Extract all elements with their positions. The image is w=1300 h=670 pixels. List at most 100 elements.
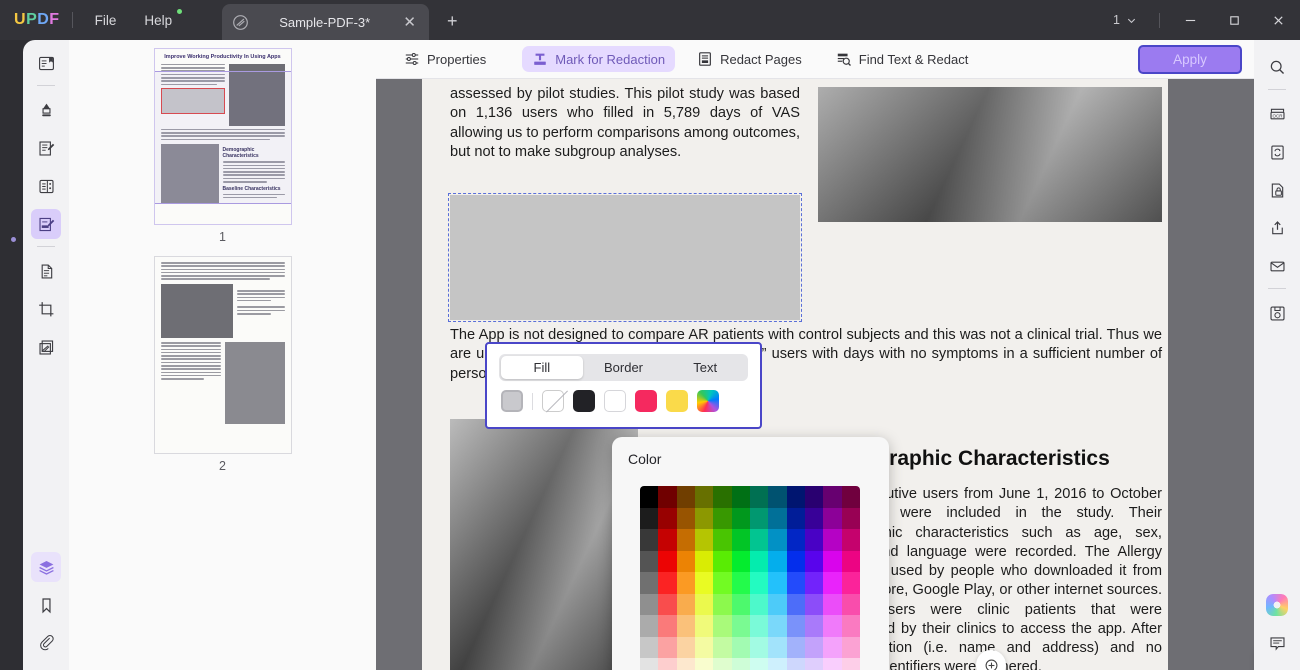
color-cell[interactable]	[658, 615, 676, 637]
color-cell[interactable]	[805, 572, 823, 594]
color-cell[interactable]	[695, 508, 713, 530]
color-cell[interactable]	[677, 486, 695, 508]
color-cell[interactable]	[695, 615, 713, 637]
protect-lock-icon[interactable]	[1262, 175, 1292, 205]
color-cell[interactable]	[750, 658, 768, 670]
batch-icon[interactable]	[31, 332, 61, 362]
color-cell[interactable]	[805, 529, 823, 551]
color-cell[interactable]	[842, 529, 860, 551]
color-cell[interactable]	[768, 615, 786, 637]
color-cell[interactable]	[842, 486, 860, 508]
comment-balloon-icon[interactable]	[1262, 628, 1292, 658]
color-cell[interactable]	[823, 637, 841, 659]
menu-file[interactable]: File	[85, 8, 127, 33]
convert-icon[interactable]	[31, 256, 61, 286]
page-number-selector[interactable]: 1	[1105, 9, 1145, 31]
layers-icon[interactable]	[31, 552, 61, 582]
color-cell[interactable]	[713, 486, 731, 508]
color-cell[interactable]	[823, 594, 841, 616]
color-cell[interactable]	[750, 529, 768, 551]
color-cell[interactable]	[640, 529, 658, 551]
share-icon[interactable]	[1262, 213, 1292, 243]
document-tab[interactable]: Sample-PDF-3* ✕	[222, 4, 429, 40]
color-cell[interactable]	[842, 551, 860, 573]
thumbnail-page-2[interactable]	[154, 256, 292, 454]
redaction-selection-box[interactable]	[450, 195, 800, 320]
color-swatch-grid[interactable]	[640, 486, 860, 670]
color-cell[interactable]	[805, 637, 823, 659]
save-icon[interactable]	[1262, 298, 1292, 328]
color-cell[interactable]	[787, 529, 805, 551]
color-cell[interactable]	[658, 529, 676, 551]
ai-assistant-icon[interactable]	[1262, 590, 1292, 620]
color-cell[interactable]	[713, 551, 731, 573]
color-cell[interactable]	[732, 508, 750, 530]
color-cell[interactable]	[640, 572, 658, 594]
color-cell[interactable]	[750, 508, 768, 530]
color-cell[interactable]	[787, 551, 805, 573]
color-cell[interactable]	[677, 615, 695, 637]
convert-file-icon[interactable]	[1262, 137, 1292, 167]
color-cell[interactable]	[768, 529, 786, 551]
color-cell[interactable]	[640, 594, 658, 616]
color-cell[interactable]	[658, 572, 676, 594]
color-cell[interactable]	[713, 572, 731, 594]
panel-collapse-handle[interactable]	[9, 230, 18, 250]
color-cell[interactable]	[787, 637, 805, 659]
color-cell[interactable]	[768, 551, 786, 573]
redact-pages-button[interactable]: Redact Pages	[687, 46, 812, 72]
attachment-icon[interactable]	[31, 628, 61, 658]
color-cell[interactable]	[677, 551, 695, 573]
color-cell[interactable]	[768, 594, 786, 616]
bookmark-icon[interactable]	[31, 590, 61, 620]
color-cell[interactable]	[695, 529, 713, 551]
color-cell[interactable]	[732, 615, 750, 637]
color-cell[interactable]	[713, 658, 731, 670]
color-cell[interactable]	[787, 658, 805, 670]
black-swatch[interactable]	[573, 390, 595, 412]
color-cell[interactable]	[677, 658, 695, 670]
color-cell[interactable]	[842, 572, 860, 594]
rainbow-swatch[interactable]	[697, 390, 719, 412]
color-cell[interactable]	[732, 572, 750, 594]
color-cell[interactable]	[768, 486, 786, 508]
minimize-button[interactable]	[1168, 0, 1212, 40]
color-cell[interactable]	[787, 615, 805, 637]
color-cell[interactable]	[823, 658, 841, 670]
color-cell[interactable]	[713, 615, 731, 637]
color-cell[interactable]	[658, 551, 676, 573]
color-picker-panel[interactable]: Color	[612, 437, 889, 670]
color-cell[interactable]	[750, 486, 768, 508]
maximize-button[interactable]	[1212, 0, 1256, 40]
color-cell[interactable]	[695, 572, 713, 594]
find-text-redact-button[interactable]: Find Text & Redact	[826, 46, 979, 72]
color-cell[interactable]	[677, 594, 695, 616]
color-cell[interactable]	[750, 551, 768, 573]
color-cell[interactable]	[695, 658, 713, 670]
color-cell[interactable]	[713, 637, 731, 659]
color-cell[interactable]	[713, 529, 731, 551]
tab-close-icon[interactable]: ✕	[400, 12, 419, 33]
color-cell[interactable]	[750, 615, 768, 637]
color-cell[interactable]	[768, 508, 786, 530]
color-cell[interactable]	[750, 637, 768, 659]
color-cell[interactable]	[787, 572, 805, 594]
color-cell[interactable]	[713, 508, 731, 530]
color-cell[interactable]	[823, 529, 841, 551]
thumbnail-page-1[interactable]: Improve Working Productivity In Using Ap…	[154, 48, 292, 225]
color-cell[interactable]	[658, 486, 676, 508]
menu-help[interactable]: Help	[134, 8, 182, 33]
color-cell[interactable]	[713, 594, 731, 616]
color-cell[interactable]	[823, 572, 841, 594]
tab-border[interactable]: Border	[583, 356, 665, 379]
color-cell[interactable]	[732, 658, 750, 670]
current-gray-swatch[interactable]	[501, 390, 523, 412]
pink-swatch[interactable]	[635, 390, 657, 412]
fill-style-popup[interactable]: Fill Border Text	[485, 342, 762, 429]
color-cell[interactable]	[750, 572, 768, 594]
color-cell[interactable]	[658, 637, 676, 659]
crop-icon[interactable]	[31, 294, 61, 324]
color-cell[interactable]	[640, 508, 658, 530]
color-cell[interactable]	[732, 486, 750, 508]
reader-icon[interactable]	[31, 48, 61, 78]
